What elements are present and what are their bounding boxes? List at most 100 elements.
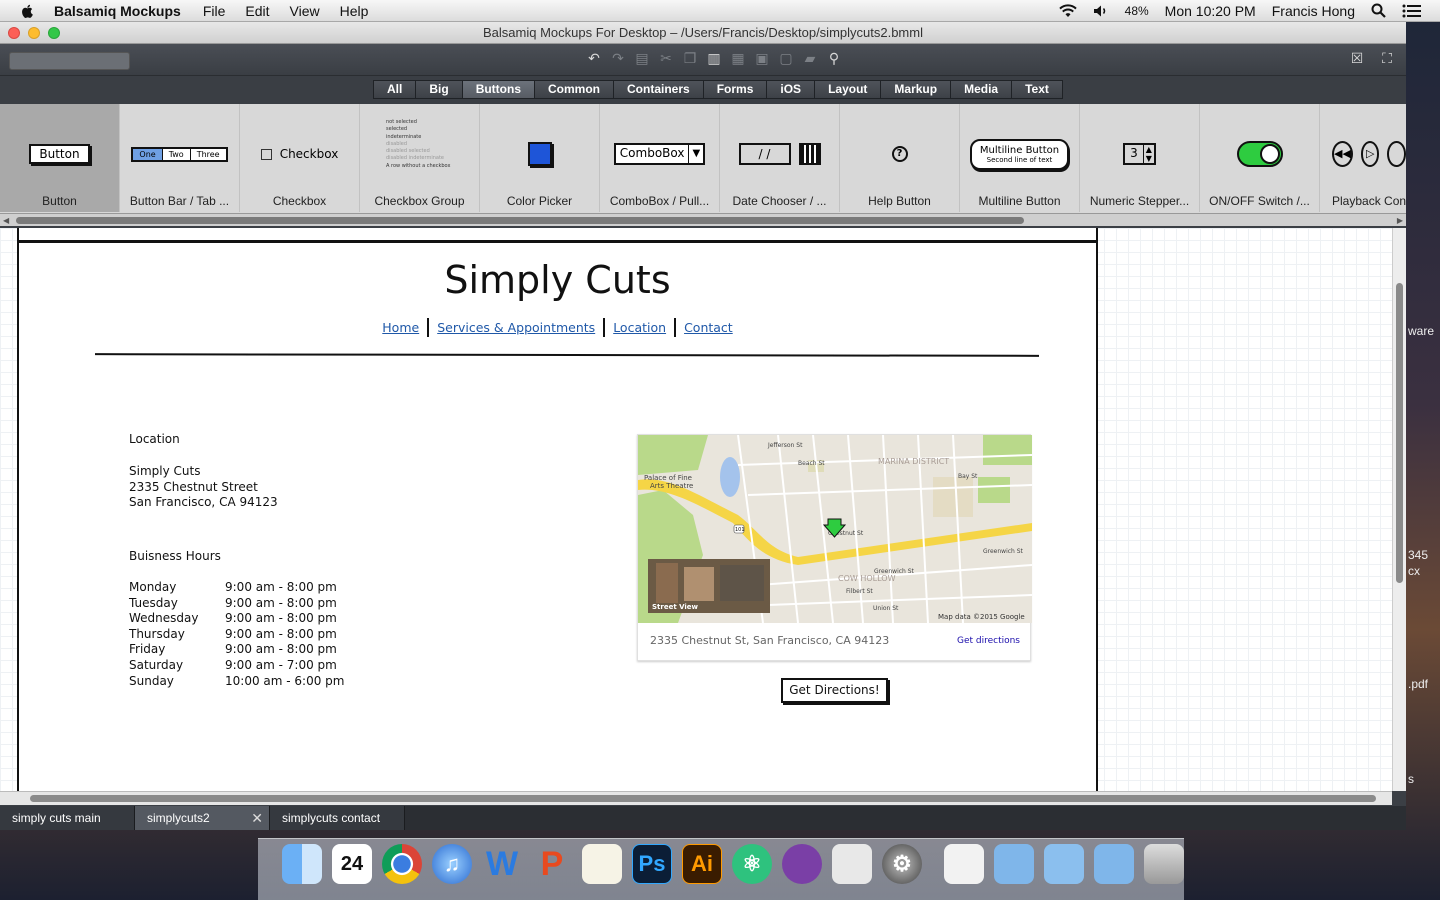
battery-percent[interactable]: 48%: [1125, 4, 1149, 18]
menubar-clock[interactable]: Mon 10:20 PM: [1165, 3, 1256, 19]
nav-link-location[interactable]: Location: [605, 320, 674, 335]
get-directions-button[interactable]: Get Directions!: [781, 678, 888, 703]
nav-link-home[interactable]: Home: [374, 320, 427, 335]
illustrator-icon[interactable]: Ai: [682, 844, 722, 884]
folder-icon[interactable]: [994, 844, 1034, 884]
map-card[interactable]: MARINA DISTRICT COW HOLLOW Palace of Fin…: [637, 434, 1032, 661]
undo-icon[interactable]: ↶: [585, 50, 603, 68]
library-item-playback[interactable]: ◀◀ ▷ Playback Cont: [1320, 104, 1406, 212]
nav-link-contact[interactable]: Contact: [676, 320, 741, 335]
library-item-button-bar[interactable]: One Two Three Button Bar / Tab ...: [120, 104, 240, 212]
minimize-window-button[interactable]: [28, 27, 40, 39]
copy-icon[interactable]: ❐: [681, 50, 699, 68]
library-item-switch[interactable]: ON/OFF Switch /...: [1200, 104, 1320, 212]
scroll-right-icon[interactable]: ▶: [1397, 216, 1403, 225]
filter-layout[interactable]: Layout: [814, 80, 882, 99]
filter-big[interactable]: Big: [415, 80, 463, 99]
app-menu[interactable]: Balsamiq Mockups: [54, 3, 181, 19]
atom-icon[interactable]: ⚛: [732, 844, 772, 884]
preview-icon[interactable]: [832, 844, 872, 884]
library-scroll-thumb[interactable]: [16, 217, 1024, 224]
desktop-file-label[interactable]: .pdf: [1408, 677, 1428, 691]
menu-view[interactable]: View: [290, 3, 320, 19]
github-icon[interactable]: [782, 844, 822, 884]
library-item-checkbox[interactable]: Checkbox Checkbox: [240, 104, 360, 212]
library-item-color-picker[interactable]: Color Picker: [480, 104, 600, 212]
trash-icon[interactable]: [1144, 844, 1184, 884]
scroll-left-icon[interactable]: ◀: [3, 216, 9, 225]
library-item-checkbox-group[interactable]: not selected selected indeterminate disa…: [360, 104, 480, 212]
library-item-help-button[interactable]: ? Help Button: [840, 104, 960, 212]
filter-forms[interactable]: Forms: [702, 80, 768, 99]
library-item-date-chooser[interactable]: / / Date Chooser / ...: [720, 104, 840, 212]
user-name[interactable]: Francis Hong: [1272, 3, 1355, 19]
library-item-multiline-button[interactable]: Multiline Button Second line of text Mul…: [960, 104, 1080, 212]
menu-file[interactable]: File: [203, 3, 226, 19]
doc-tab-simplycuts2[interactable]: simplycuts2 ✕: [135, 806, 270, 830]
canvas-vertical-scrollbar[interactable]: [1392, 228, 1406, 791]
library-item-combobox[interactable]: ComboBox ▼ ComboBox / Pull...: [600, 104, 720, 212]
word-icon[interactable]: W: [482, 844, 522, 884]
desktop-file-label[interactable]: ware: [1408, 324, 1434, 338]
textedit-icon[interactable]: [582, 844, 622, 884]
lock-icon[interactable]: ▰: [801, 50, 819, 68]
spotlight-search-icon[interactable]: [1371, 3, 1386, 18]
library-scrollbar[interactable]: ◀ ▶: [0, 214, 1406, 226]
map-image[interactable]: MARINA DISTRICT COW HOLLOW Palace of Fin…: [638, 435, 1032, 623]
mockup-canvas[interactable]: Simply Cuts Home Services & Appointments…: [0, 228, 1406, 791]
system-preferences-icon[interactable]: ⚙: [882, 844, 922, 884]
close-document-icon[interactable]: ☒: [1348, 50, 1366, 68]
vertical-scroll-thumb[interactable]: [1396, 283, 1403, 583]
xml-file-icon[interactable]: [944, 844, 984, 884]
desktop-file-label[interactable]: cx: [1408, 564, 1420, 578]
filter-ios[interactable]: iOS: [766, 80, 816, 99]
library-item-numeric-stepper[interactable]: 3 ▲ ▼ Numeric Stepper...: [1080, 104, 1200, 212]
desktop-file-label[interactable]: s: [1408, 772, 1414, 786]
doc-tab-simplycuts-contact[interactable]: simplycuts contact: [270, 806, 405, 830]
doc-tab-simply-cuts-main[interactable]: simply cuts main: [0, 806, 135, 830]
photoshop-icon[interactable]: Ps: [632, 844, 672, 884]
downloads-icon[interactable]: [1094, 844, 1134, 884]
nav-link-services[interactable]: Services & Appointments: [429, 320, 603, 335]
filter-buttons[interactable]: Buttons: [461, 80, 536, 99]
close-window-button[interactable]: [8, 27, 20, 39]
notification-center-icon[interactable]: [1402, 4, 1422, 18]
library-item-button[interactable]: Button Button: [0, 104, 120, 212]
duplicate-icon[interactable]: ▤: [633, 50, 651, 68]
delete-icon[interactable]: ▦: [729, 50, 747, 68]
finder-icon[interactable]: [282, 844, 322, 884]
powerpoint-icon[interactable]: P: [532, 844, 572, 884]
paste-icon[interactable]: ▥: [705, 50, 723, 68]
filter-media[interactable]: Media: [950, 80, 1013, 99]
address-line: Simply Cuts: [129, 464, 201, 478]
volume-icon[interactable]: [1093, 4, 1109, 18]
canvas-horizontal-scrollbar[interactable]: [0, 791, 1392, 805]
group-icon[interactable]: ▣: [753, 50, 771, 68]
search-icon[interactable]: ⚲: [825, 50, 843, 68]
cut-icon[interactable]: ✂: [657, 50, 675, 68]
filter-common[interactable]: Common: [534, 80, 615, 99]
desktop-file-label[interactable]: 345: [1408, 548, 1428, 562]
documents-icon[interactable]: [1044, 844, 1084, 884]
horizontal-scroll-thumb[interactable]: [30, 795, 1376, 802]
quick-add-input[interactable]: [9, 52, 130, 70]
map-directions-link[interactable]: Get directions: [957, 636, 1020, 646]
filter-containers[interactable]: Containers: [613, 80, 704, 99]
zoom-window-button[interactable]: [48, 27, 60, 39]
filter-all[interactable]: All: [373, 80, 417, 99]
menu-help[interactable]: Help: [340, 3, 369, 19]
filter-markup[interactable]: Markup: [880, 80, 952, 99]
fullscreen-icon[interactable]: ⛶: [1378, 50, 1396, 68]
apple-menu-icon[interactable]: [18, 3, 38, 19]
menu-edit[interactable]: Edit: [245, 3, 269, 19]
wifi-icon[interactable]: [1058, 3, 1077, 18]
close-tab-icon[interactable]: ✕: [251, 806, 263, 830]
ungroup-icon[interactable]: ▢: [777, 50, 795, 68]
itunes-icon[interactable]: ♫: [432, 844, 472, 884]
window-titlebar[interactable]: Balsamiq Mockups For Desktop – /Users/Fr…: [0, 22, 1406, 44]
calendar-icon[interactable]: 24: [332, 844, 372, 884]
filter-text[interactable]: Text: [1011, 80, 1063, 99]
mockup-browser-frame[interactable]: Simply Cuts Home Services & Appointments…: [17, 228, 1098, 791]
redo-icon[interactable]: ↷: [609, 50, 627, 68]
chrome-icon[interactable]: [382, 844, 422, 884]
